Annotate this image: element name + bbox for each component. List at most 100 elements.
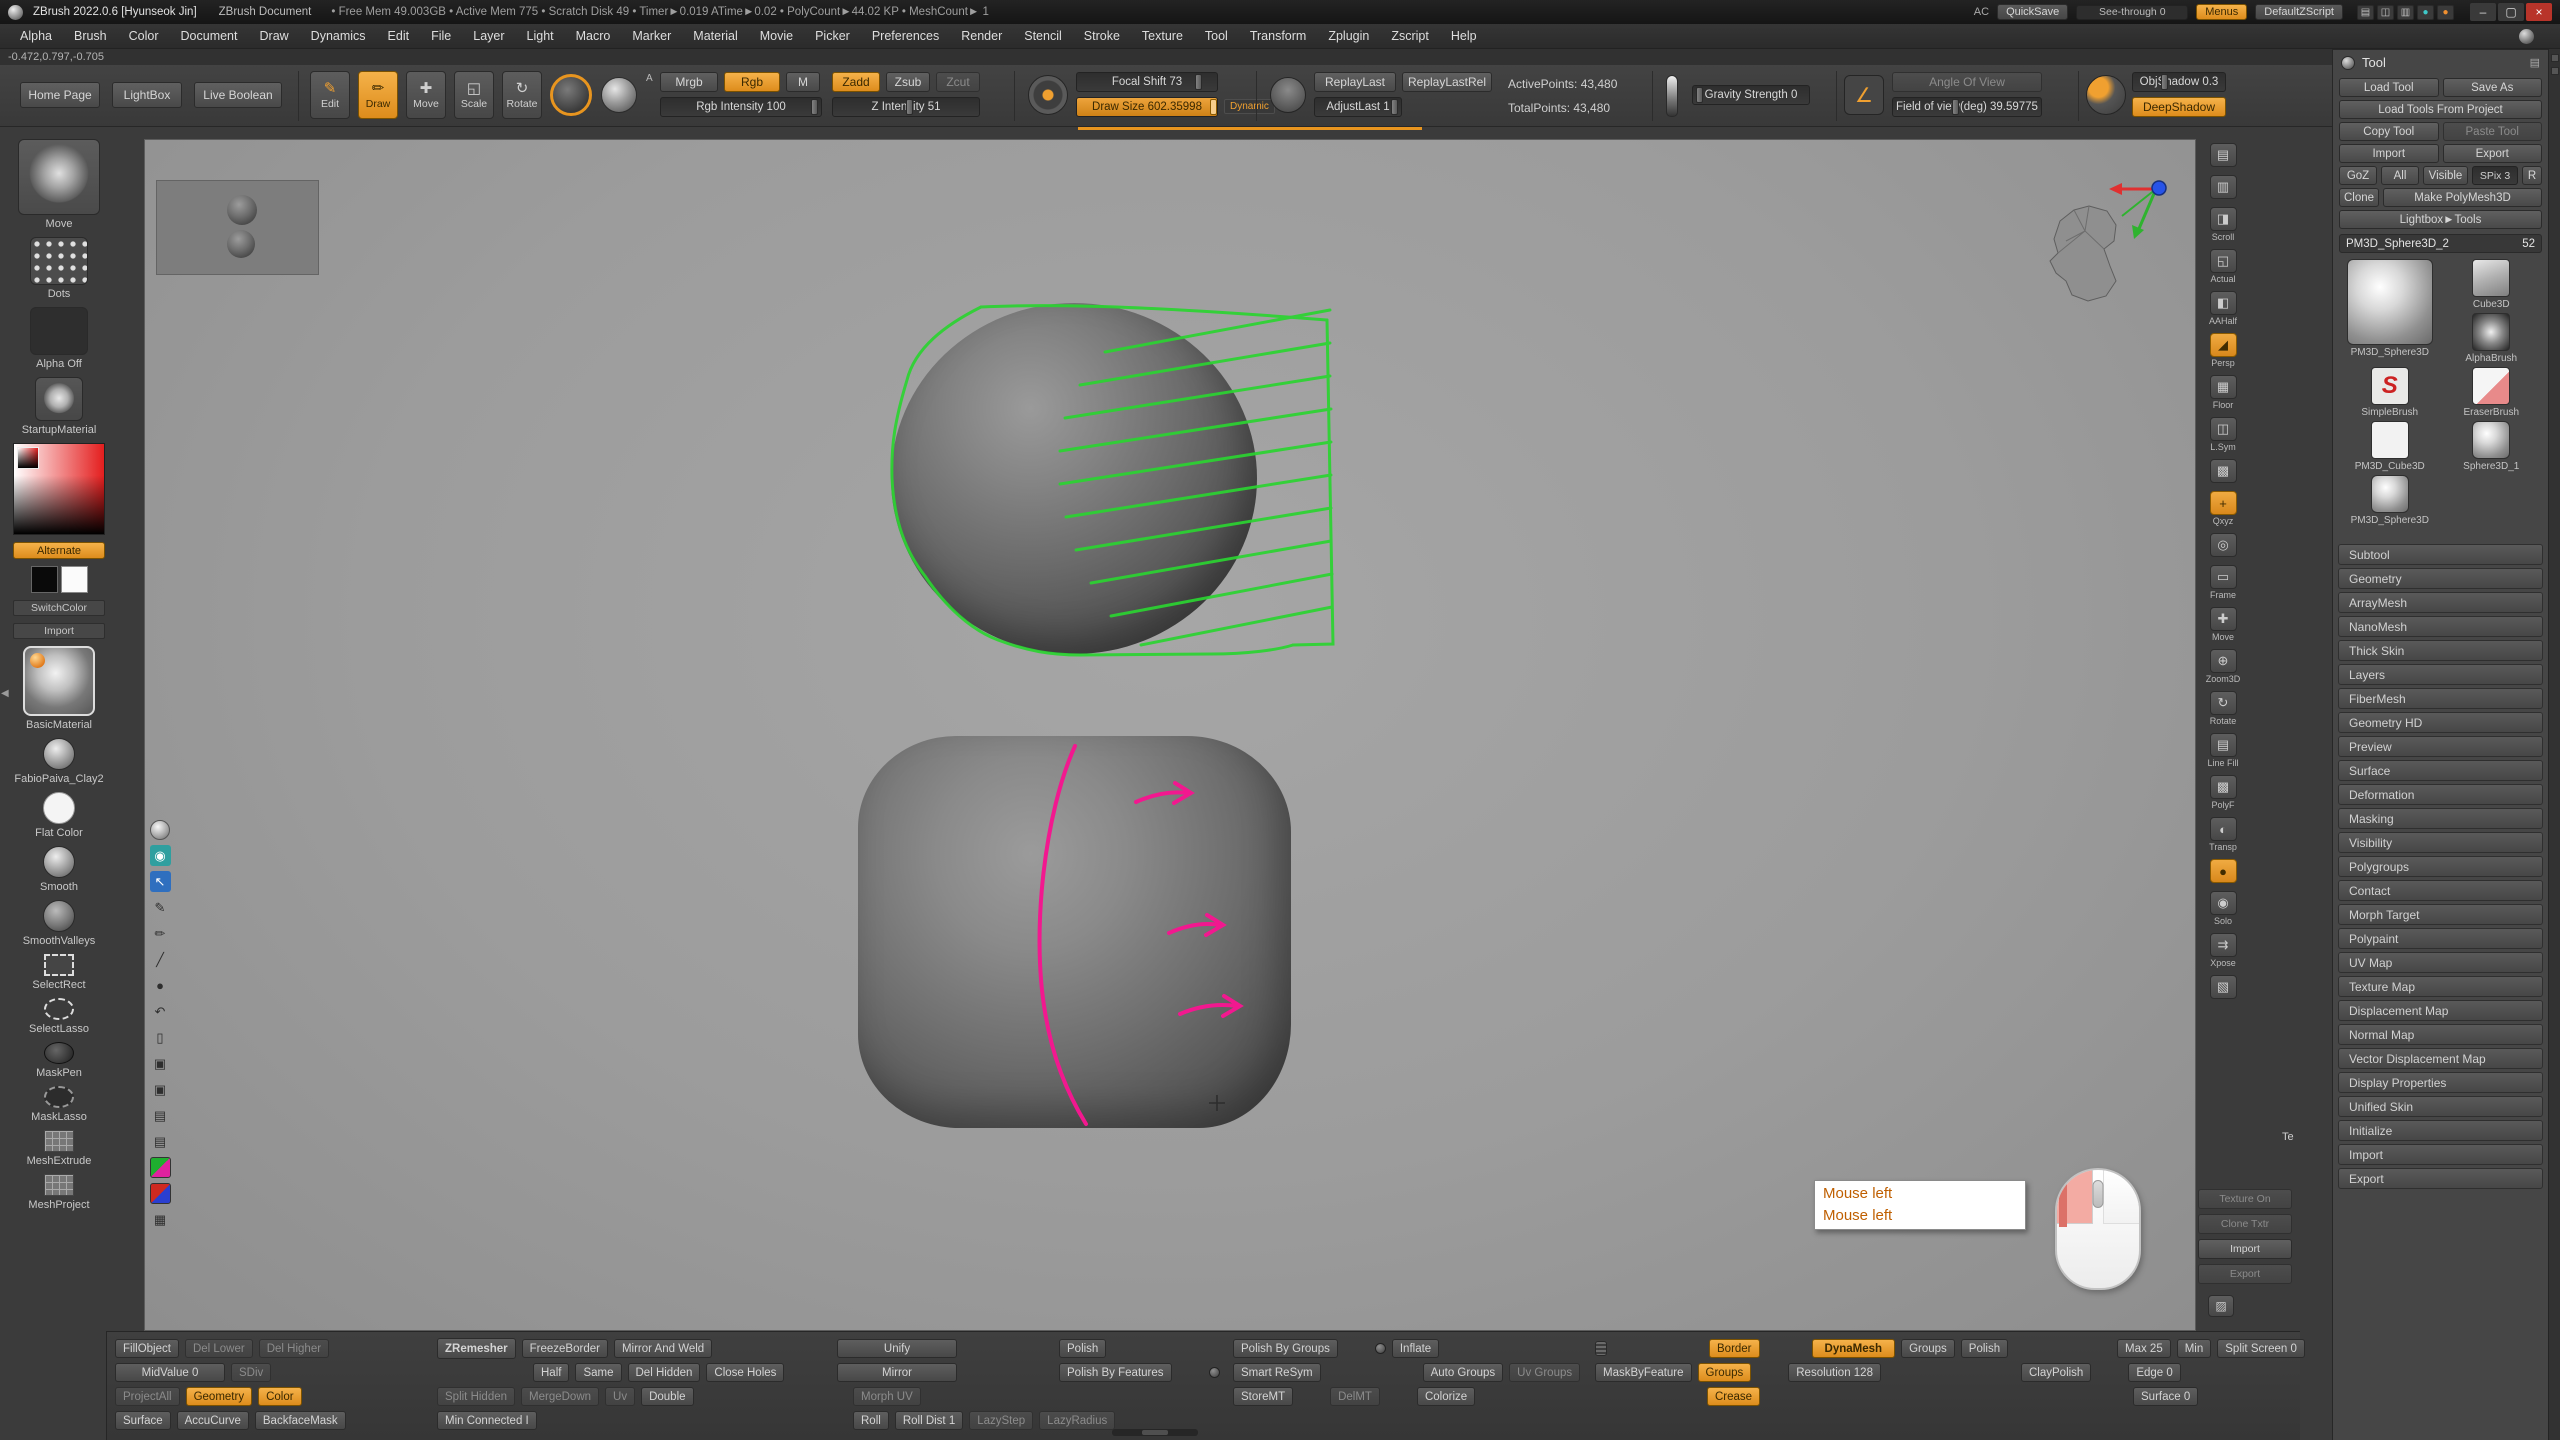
paste-tool-button[interactable]: Paste Tool	[2443, 122, 2543, 141]
draw-size-slider[interactable]: Draw Size 602.35998	[1076, 97, 1218, 117]
render-doc-icon[interactable]: ▤	[2198, 143, 2248, 168]
tool-thumbnail[interactable]: PM3D_Cube3D	[2341, 421, 2439, 472]
shelf-button[interactable]: Mirror And Weld	[614, 1339, 712, 1358]
menu-item[interactable]: Texture	[1132, 26, 1193, 46]
color-gradient[interactable]	[13, 443, 105, 535]
active-tool-thumbnail[interactable]: PM3D_Sphere3D	[2341, 259, 2439, 364]
shelf-button[interactable]: Groups	[1698, 1363, 1752, 1382]
menu-item[interactable]: Movie	[750, 26, 803, 46]
tool-subpalette-header[interactable]: NanoMesh	[2338, 616, 2543, 637]
shelf-button[interactable]: Polish	[1059, 1339, 1106, 1358]
palette-item-select-lasso[interactable]: SelectLasso	[29, 998, 89, 1035]
persp-button[interactable]: ◢ Persp	[2198, 333, 2248, 368]
tool-subpalette-header[interactable]: Export	[2338, 1168, 2543, 1189]
edit-mode-button[interactable]: ✎ Edit	[310, 71, 350, 119]
note-tool-icon[interactable]: ▤	[150, 1105, 171, 1126]
teal-indicator-icon[interactable]: ●	[2417, 5, 2434, 20]
replay-last-button[interactable]: ReplayLast	[1314, 72, 1396, 92]
clone-button[interactable]: Clone	[2339, 188, 2379, 207]
shelf-button[interactable]: Polish By Features	[1059, 1363, 1172, 1382]
texture-export-button[interactable]: Export	[2198, 1264, 2292, 1284]
lightbox-button[interactable]: LightBox	[112, 82, 182, 108]
move-mode-button[interactable]: ✚ Move	[406, 71, 446, 119]
tool-subpalette-header[interactable]: Display Properties	[2338, 1072, 2543, 1093]
left-tray-divider-arrow[interactable]: ◀	[1, 688, 9, 699]
palette-item-mesh-extrude[interactable]: MeshExtrude	[27, 1130, 92, 1167]
black-swatch[interactable]	[31, 566, 58, 593]
tool-subpalette-header[interactable]: Import	[2338, 1144, 2543, 1165]
goz-all-button[interactable]: All	[2381, 166, 2419, 185]
line-fill-button[interactable]: ▤ Line Fill	[2198, 733, 2248, 768]
tool-thumbnail[interactable]: PM3D_Sphere3D	[2341, 475, 2439, 526]
shelf-button[interactable]: Split Screen 0	[2217, 1339, 2305, 1358]
shelf-button[interactable]: Inflate	[1392, 1339, 1439, 1358]
color-picker[interactable]	[13, 443, 105, 535]
swatch-red-blue[interactable]	[150, 1183, 171, 1204]
split-view-icon[interactable]: ◫	[2377, 5, 2394, 20]
save-as-button[interactable]: Save As	[2443, 78, 2543, 97]
shelf-button[interactable]: Uv Groups	[1509, 1363, 1580, 1382]
menu-item[interactable]: Help	[1441, 26, 1487, 46]
menu-item[interactable]: Transform	[1240, 26, 1317, 46]
menu-item[interactable]: Light	[517, 26, 564, 46]
zsub-button[interactable]: Zsub	[886, 72, 930, 92]
document-canvas[interactable]: ◉↖✎✏╱●↶▯▣▣▤▤▦ Mouse leftMouse left	[144, 139, 2196, 1331]
menu-item[interactable]: Brush	[64, 26, 117, 46]
live-boolean-button[interactable]: Live Boolean	[194, 82, 282, 108]
shelf-button[interactable]: Double	[641, 1387, 693, 1406]
current-brush-icon[interactable]	[550, 74, 592, 116]
orange-indicator-icon[interactable]: ●	[2437, 5, 2454, 20]
tool-subpalette-header[interactable]: Normal Map	[2338, 1024, 2543, 1045]
dot-tool-icon[interactable]: ●	[150, 975, 171, 996]
replay-icon[interactable]	[1270, 77, 1306, 113]
menu-item[interactable]: Tool	[1195, 26, 1238, 46]
move-view-button[interactable]: ✚ Move	[2198, 607, 2248, 642]
shelf-button[interactable]: Crease	[1707, 1387, 1760, 1406]
palette-item-mask-pen[interactable]: MaskPen	[36, 1042, 82, 1079]
shelf-button[interactable]: AccuCurve	[177, 1411, 249, 1430]
shelf-button[interactable]: Surface	[115, 1411, 171, 1430]
tool-subpalette-header[interactable]: Thick Skin	[2338, 640, 2543, 661]
shelf-button[interactable]: ClayPolish	[2021, 1363, 2091, 1382]
tool-subpalette-header[interactable]: Visibility	[2338, 832, 2543, 853]
menu-item[interactable]: Stroke	[1074, 26, 1130, 46]
goz-button[interactable]: GoZ	[2339, 166, 2377, 185]
shelf-button[interactable]: FreezeBorder	[522, 1339, 608, 1358]
palette-item-move[interactable]: Move	[18, 139, 100, 230]
shelf-button[interactable]: Roll	[853, 1411, 889, 1430]
shelf-button[interactable]: Uv	[605, 1387, 635, 1406]
visibility-eye-icon[interactable]: ◉	[150, 845, 171, 866]
palette-item-select-rect[interactable]: SelectRect	[32, 954, 85, 991]
shelf-button[interactable]: Smart ReSym	[1233, 1363, 1321, 1382]
draw-mode-button[interactable]: ✏ Draw	[358, 71, 398, 119]
shelf-button[interactable]: Geometry	[186, 1387, 253, 1406]
adjust-last-slider[interactable]: AdjustLast 1	[1314, 97, 1402, 117]
shelf-grip[interactable]	[1595, 1341, 1607, 1356]
palette-item-startup-material[interactable]: StartupMaterial	[22, 377, 97, 436]
tool-subpalette-header[interactable]: Surface	[2338, 760, 2543, 781]
shelf-button[interactable]: Roll Dist 1	[895, 1411, 963, 1430]
tool-subpalette-header[interactable]: Geometry HD	[2338, 712, 2543, 733]
shelf-button[interactable]: Min	[2177, 1339, 2212, 1358]
obj-shadow-slider[interactable]: ObjShadow 0.3	[2132, 72, 2226, 92]
shelf-button[interactable]: Max 25	[2117, 1339, 2171, 1358]
copy-tool-button[interactable]: Copy Tool	[2339, 122, 2439, 141]
z-intensity-slider[interactable]: Z Intensity 51	[832, 97, 980, 117]
spix-slider[interactable]: SPix 3	[2472, 166, 2518, 185]
tool-subpalette-header[interactable]: ArrayMesh	[2338, 592, 2543, 613]
menus-button[interactable]: Menus	[2196, 4, 2247, 20]
rotate-view-button[interactable]: ↻ Rotate	[2198, 691, 2248, 726]
switchcolor-button[interactable]: SwitchColor	[13, 600, 105, 616]
shadow-icon[interactable]	[2086, 75, 2126, 115]
current-tool-row[interactable]: PM3D_Sphere3D_2 52	[2339, 234, 2542, 253]
solo-button[interactable]: ◉ Solo	[2198, 891, 2248, 926]
palette-item-flat-color[interactable]: Flat Color	[35, 792, 83, 839]
texture-on-button[interactable]: Texture On	[2198, 1189, 2292, 1209]
scale-mode-button[interactable]: ◱ Scale	[454, 71, 494, 119]
goz-visible-button[interactable]: Visible	[2423, 166, 2468, 185]
select-cursor-icon[interactable]: ↖	[150, 871, 171, 892]
gravity-icon[interactable]	[1666, 75, 1678, 117]
perspective-icon[interactable]: ∠	[1844, 75, 1884, 115]
polish-features-toggle-dot[interactable]	[1209, 1367, 1220, 1378]
tool-subpalette-header[interactable]: Morph Target	[2338, 904, 2543, 925]
